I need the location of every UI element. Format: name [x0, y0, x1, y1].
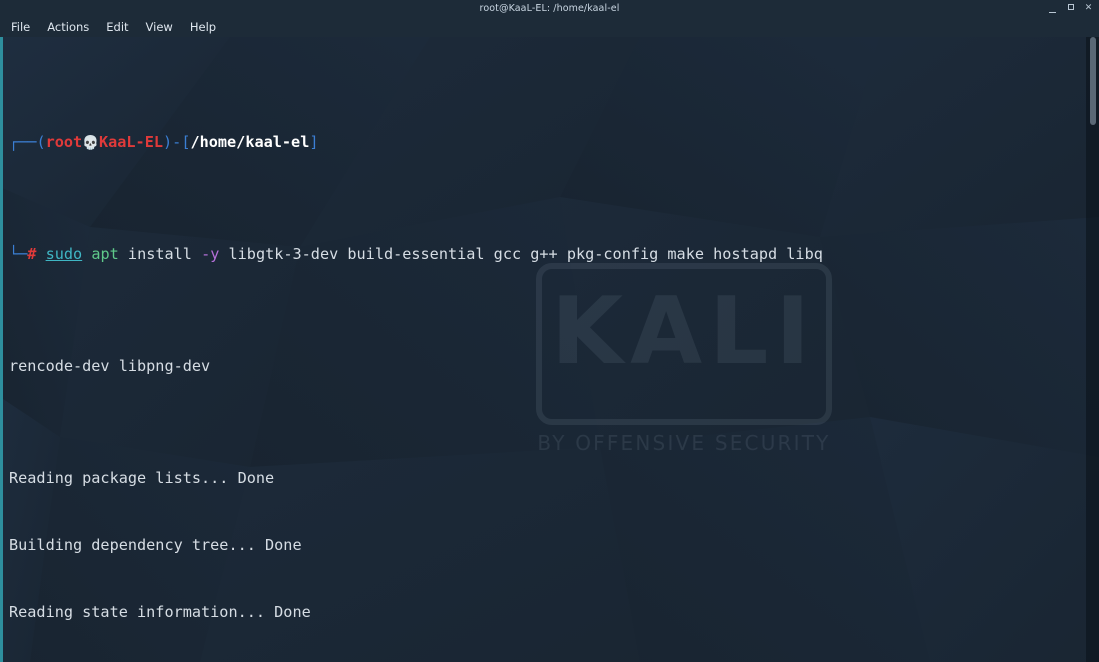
prompt-line-command: └─# sudo apt install -y libgtk-3-dev bui… [9, 243, 1099, 265]
terminal-window: root@KaaL-EL: /home/kaal-el ✕ File Actio… [0, 0, 1099, 662]
prompt-dash: - [172, 132, 182, 151]
terminal-text: ┌──(root💀KaaL-EL)-[/home/kaal-el] └─# su… [0, 37, 1099, 662]
prompt-paren-close: ) [163, 132, 173, 151]
prompt-bracket-close: ] [309, 132, 319, 151]
command-program: apt [91, 244, 119, 263]
menu-item-view[interactable]: View [146, 20, 173, 34]
window-title: root@KaaL-EL: /home/kaal-el [479, 2, 620, 14]
space-2 [82, 245, 91, 263]
command-args-line1: libgtk-3-dev build-essential gcc g++ pkg… [219, 244, 823, 263]
menu-item-edit[interactable]: Edit [106, 20, 128, 34]
command-sudo: sudo [45, 244, 83, 263]
scrollbar-track[interactable] [1086, 37, 1099, 662]
window-controls: ✕ [1048, 0, 1093, 16]
menu-bar: File Actions Edit View Help [0, 16, 1099, 37]
command-flag: -y [201, 244, 220, 263]
close-button[interactable]: ✕ [1084, 3, 1093, 13]
maximize-button[interactable] [1066, 3, 1075, 13]
minimize-icon [1049, 11, 1056, 13]
space-1 [36, 245, 45, 263]
menu-item-help[interactable]: Help [190, 20, 216, 34]
scrollbar-thumb[interactable] [1090, 37, 1096, 125]
minimize-button[interactable] [1048, 4, 1057, 13]
menu-item-file[interactable]: File [11, 20, 30, 34]
prompt-path: /home/kaal-el [190, 132, 310, 151]
prompt-paren-open: ( [36, 132, 46, 151]
prompt-corner-bottom: └─ [9, 244, 28, 263]
command-args-line2: rencode-dev libpng-dev [9, 356, 211, 375]
output-line: Reading package lists... Done [9, 468, 275, 487]
skull-icon: 💀 [82, 134, 99, 151]
prompt-user: root [45, 132, 83, 151]
terminal-output-area[interactable]: KALI BY OFFENSIVE SECURITY ┌──(root💀KaaL… [0, 37, 1099, 662]
output-line: Building dependency tree... Done [9, 535, 302, 554]
menu-item-actions[interactable]: Actions [47, 20, 89, 34]
window-titlebar[interactable]: root@KaaL-EL: /home/kaal-el ✕ [0, 0, 1099, 16]
prompt-corner-top: ┌── [9, 132, 37, 151]
maximize-icon [1067, 3, 1074, 10]
command-subcommand: install [118, 244, 202, 263]
prompt-line-top: ┌──(root💀KaaL-EL)-[/home/kaal-el] [9, 131, 1099, 153]
output-line: Reading state information... Done [9, 603, 311, 622]
terminal-accent-border [0, 37, 3, 662]
prompt-host: KaaL-EL [98, 132, 163, 151]
